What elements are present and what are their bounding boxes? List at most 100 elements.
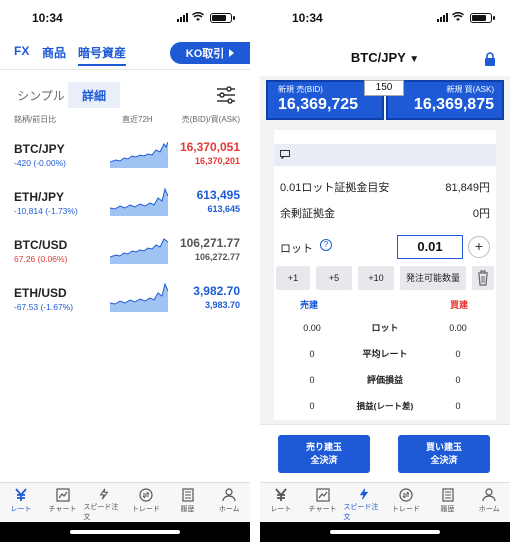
tab-label: ホーム [478,506,500,513]
quick-add-1-button[interactable]: +1 [276,266,310,290]
lot-plus-button[interactable]: + [468,236,490,258]
margin-value: 81,849円 [445,182,490,194]
caret-right-icon [229,49,235,57]
tab-rate[interactable]: レート [260,483,302,522]
rate-row[interactable]: ETH/USD -67.53 (-1.67%) 3,982.70 3,983.7… [0,280,250,328]
status-bar: 10:34 [260,0,510,36]
sell-lot-value: 0.00 [276,318,348,338]
lock-icon[interactable] [484,52,496,66]
tab-label: チャート [308,506,337,513]
tab-trade[interactable]: トレード [385,483,427,522]
bid-price: 613,495 [196,188,240,202]
tab-history[interactable]: 履歴 [167,483,209,522]
change: -10,814 (-1.73%) [14,206,78,216]
pair-selector[interactable]: BTC/JPY ▼ [260,50,510,65]
ask-price: 3,983.70 [204,300,240,310]
pair-name: BTC/JPY [350,50,406,65]
bid-price: 106,271.77 [179,236,240,250]
col-symbol: 銘柄/前日比 [14,115,57,124]
max-qty-button[interactable]: 発注可能数量 [400,266,466,290]
tab-trade[interactable]: トレード [125,483,167,522]
sparkline-chart [110,282,168,312]
tab-speed-order[interactable]: スピード注文 [343,483,385,522]
home-icon [482,488,496,502]
tab-home[interactable]: ホーム [208,483,250,522]
quick-add-10-button[interactable]: +10 [358,266,394,290]
buy-pl-value: 0 [422,370,494,390]
chat-icon [280,150,290,159]
grid-label-pl: 評価損益 [366,375,403,385]
message-bar[interactable] [274,144,496,166]
market-nav: FX 商品 暗号資産 KO取引 [0,36,250,70]
grid-label-rate-diff: 損益(レート差) [356,401,414,411]
sell-position-title: 売建 [300,300,319,310]
close-all-sell-button[interactable]: 売り建玉 全決済 [278,435,370,473]
tab-speed-order[interactable]: スピード注文 [83,483,125,522]
buy-rate-diff-value: 0 [422,396,494,416]
mode-detail[interactable]: 詳細 [68,82,120,108]
tab-label: トレード [131,506,160,513]
close-sell-line1: 売り建玉 [305,442,342,452]
status-time: 10:34 [32,11,63,25]
buy-lot-value: 0.00 [422,318,494,338]
grid-label-lot: ロット [371,323,399,333]
sell-pl-value: 0 [276,370,348,390]
clear-button[interactable] [472,266,494,290]
tab-label: チャート [48,506,77,513]
lot-row: ロット ? 0.01 + [274,232,496,262]
nav-commodity[interactable]: 商品 [42,44,66,61]
grid-label-avg-rate: 平均レート [362,349,408,359]
yen-icon [275,488,287,501]
rate-row[interactable]: BTC/USD 67.26 (0.06%) 106,271.77 106,272… [0,232,250,280]
bottom-tab-bar: レート チャート スピード注文 トレード 履歴 ホーム [260,482,510,522]
home-indicator [0,522,250,542]
tab-chart[interactable]: チャート [42,483,84,522]
symbol: BTC/USD [14,238,68,252]
ko-trade-label: KO取引 [185,48,225,60]
status-bar: 10:34 [0,0,250,36]
chart-icon [315,488,330,502]
ask-price: 613,645 [207,204,240,214]
lightning-icon [99,488,109,500]
battery-icon [210,13,235,23]
filter-settings-icon[interactable] [216,86,236,104]
change: -67.53 (-1.67%) [14,302,74,312]
margin-estimate-row: 0.01ロット証拠金目安 81,849円 [274,174,496,198]
trade-icon [139,488,153,502]
buy-avg-rate-value: 0 [422,344,494,364]
close-sell-line2: 全決済 [310,455,338,465]
battery-icon [470,13,495,23]
tab-label: レート [10,506,32,513]
tab-history[interactable]: 履歴 [427,483,469,522]
lightning-icon [359,488,369,500]
wifi-icon [192,12,204,21]
rate-row[interactable]: BTC/JPY -420 (-0.00%) 16,370,051 16,370,… [0,136,250,184]
home-indicator [260,522,510,542]
buy-position-title: 買建 [450,300,469,310]
symbol: ETH/USD [14,286,67,300]
tab-label: トレード [391,506,420,513]
view-mode-toggle: シンプル 詳細 [0,80,250,108]
col-price: 売(BID)/買(ASK) [181,115,240,124]
tab-label: ホーム [218,506,240,513]
ask-label: 新規 買(ASK) [446,85,494,94]
change: -420 (-0.00%) [14,158,66,168]
wifi-icon [452,12,464,21]
quick-add-5-button[interactable]: +5 [316,266,352,290]
ko-trade-button[interactable]: KO取引 [170,42,250,64]
tab-home[interactable]: ホーム [468,483,510,522]
close-all-bar: 売り建玉 全決済 買い建玉 全決済 [260,424,510,482]
sell-avg-rate-value: 0 [276,344,348,364]
nav-fx[interactable]: FX [14,44,29,58]
help-icon[interactable]: ? [320,239,332,251]
tab-chart[interactable]: チャート [302,483,344,522]
sell-rate-diff-value: 0 [276,396,348,416]
symbol: BTC/JPY [14,142,65,156]
close-all-buy-button[interactable]: 買い建玉 全決済 [398,435,490,473]
tab-rate[interactable]: レート [0,483,42,522]
mode-simple[interactable]: シンプル [14,82,68,108]
nav-crypto[interactable]: 暗号資産 [78,44,127,66]
status-time: 10:34 [292,11,323,25]
rate-row[interactable]: ETH/JPY -10,814 (-1.73%) 613,495 613,645 [0,184,250,232]
lot-input[interactable]: 0.01 [397,235,463,259]
